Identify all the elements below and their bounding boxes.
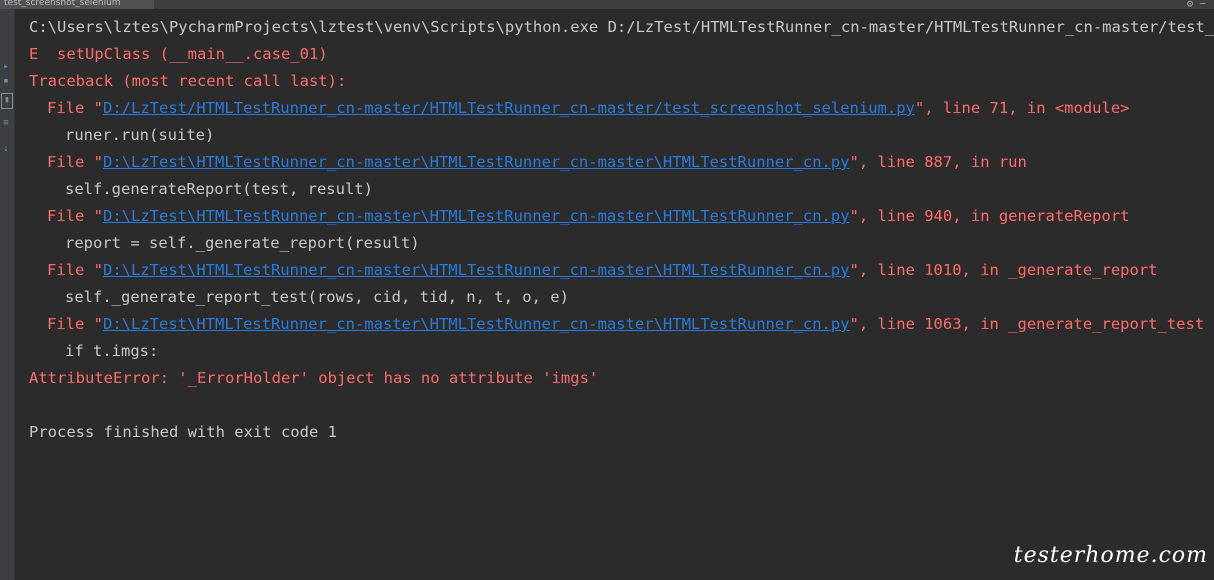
- file-link[interactable]: D:\LzTest\HTMLTestRunner_cn-master\HTMLT…: [103, 207, 850, 225]
- traceback-frame: File "D:/LzTest/HTMLTestRunner_cn-master…: [29, 95, 1214, 122]
- header-icons: ⚙−: [1187, 0, 1212, 9]
- frame-suffix: ", line 1010, in _generate_report: [849, 261, 1158, 279]
- file-link[interactable]: D:/LzTest/HTMLTestRunner_cn-master/HTMLT…: [103, 99, 915, 117]
- gear-icon[interactable]: ⚙: [1187, 0, 1200, 9]
- file-link[interactable]: D:\LzTest\HTMLTestRunner_cn-master\HTMLT…: [103, 315, 850, 333]
- frame-prefix: File ": [47, 153, 103, 171]
- frame-suffix: ", line 1063, in _generate_report_test: [849, 315, 1205, 333]
- run-tab[interactable]: test_screenshot_selenium: [0, 0, 154, 9]
- frame-prefix: File ": [47, 261, 103, 279]
- frame-suffix: ", line 887, in run: [849, 153, 1027, 171]
- error-summary-line: E setUpClass (__main__.case_01): [29, 45, 328, 63]
- traceback-frame: File "D:\LzTest\HTMLTestRunner_cn-master…: [29, 203, 1214, 230]
- run-toolbar: ▸ ▪ ▮ ≡ ⇣: [0, 9, 15, 580]
- exit-message: Process finished with exit code 1: [29, 423, 337, 441]
- frame-prefix: File ": [47, 315, 103, 333]
- frame-prefix: File ": [47, 207, 103, 225]
- frame-suffix: ", line 71, in <module>: [914, 99, 1130, 117]
- frame-prefix: File ": [47, 99, 103, 117]
- frame-code: report = self._generate_report(result): [65, 234, 420, 252]
- traceback-header: Traceback (most recent call last):: [29, 72, 347, 90]
- traceback-frame: File "D:\LzTest\HTMLTestRunner_cn-master…: [29, 311, 1214, 338]
- console-output[interactable]: C:\Users\lztes\PycharmProjects\lztest\ve…: [29, 14, 1214, 580]
- command-line: C:\Users\lztes\PycharmProjects\lztest\ve…: [29, 18, 1214, 36]
- scroll-icon[interactable]: ⇣: [1, 143, 11, 155]
- watermark-logo: testerhome.com: [1013, 543, 1208, 568]
- traceback-frame: File "D:\LzTest\HTMLTestRunner_cn-master…: [29, 149, 1214, 176]
- tool-window-header: test_screenshot_selenium ⚙−: [0, 0, 1214, 9]
- pin-icon[interactable]: ▮: [1, 93, 13, 109]
- frame-code: if t.imgs:: [65, 342, 159, 360]
- file-link[interactable]: D:\LzTest\HTMLTestRunner_cn-master\HTMLT…: [103, 261, 850, 279]
- frame-code: self.generateReport(test, result): [65, 180, 373, 198]
- frame-code: self._generate_report_test(rows, cid, ti…: [65, 288, 569, 306]
- frame-suffix: ", line 940, in generateReport: [849, 207, 1130, 225]
- frame-code: runer.run(suite): [65, 126, 215, 144]
- stop-icon[interactable]: ▪: [1, 75, 11, 87]
- settings-icon[interactable]: ≡: [1, 117, 11, 129]
- file-link[interactable]: D:\LzTest\HTMLTestRunner_cn-master\HTMLT…: [103, 153, 850, 171]
- traceback-frame: File "D:\LzTest\HTMLTestRunner_cn-master…: [29, 257, 1214, 284]
- minimize-icon[interactable]: −: [1199, 0, 1212, 9]
- rerun-icon[interactable]: ▸: [1, 61, 11, 73]
- exception-line: AttributeError: '_ErrorHolder' object ha…: [29, 369, 599, 387]
